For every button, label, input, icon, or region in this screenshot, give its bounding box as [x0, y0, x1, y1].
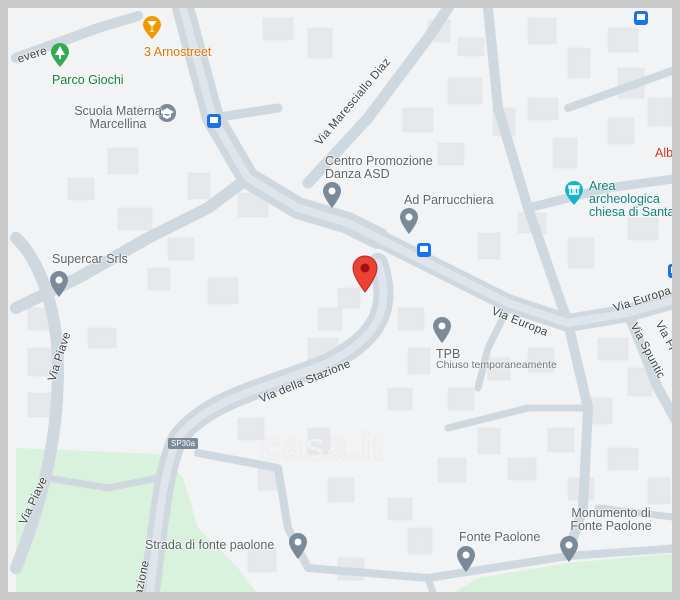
pin-icon[interactable]: [455, 545, 477, 573]
place-status-tpb: Chiuso temporaneamente: [436, 359, 557, 371]
bus-stop-icon[interactable]: [668, 264, 680, 278]
park-tree-icon[interactable]: [49, 42, 71, 68]
bus-stop-icon[interactable]: [417, 243, 431, 257]
pin-icon[interactable]: [398, 207, 420, 235]
bus-stop-icon[interactable]: [207, 114, 221, 128]
bar-icon[interactable]: [141, 16, 163, 40]
place-label-ad-parrucchiera[interactable]: Ad Parrucchiera: [404, 193, 494, 207]
watermark: casa.it: [260, 426, 386, 468]
place-label-scuola-materna[interactable]: Scuola Materna Marcellina: [58, 104, 178, 131]
pin-icon[interactable]: [558, 535, 580, 563]
place-label-parco-giochi[interactable]: Parco Giochi: [52, 73, 124, 87]
red-location-pin[interactable]: [351, 255, 379, 293]
place-label-fonte-paolone[interactable]: Fonte Paolone: [459, 530, 540, 544]
place-label-supercar[interactable]: Supercar Srls: [52, 252, 128, 266]
place-label-arnostreet[interactable]: 3 Arnostreet: [144, 45, 211, 59]
pin-icon[interactable]: [48, 270, 70, 298]
archaeology-icon[interactable]: [563, 180, 585, 206]
pin-icon[interactable]: [431, 316, 453, 344]
road-shield-sp30a: SP30a: [168, 438, 199, 449]
place-label-area-archeologica[interactable]: Area archeologica chiesa di Santa: [589, 180, 672, 219]
map-frame[interactable]: 3 Arnostreet Parco Giochi Scuola Materna…: [0, 0, 680, 600]
place-label-strada-fonte-paolone[interactable]: Strada di fonte paolone: [145, 538, 274, 552]
place-label-centro-danza[interactable]: Centro Promozione Danza ASD: [325, 154, 455, 181]
place-label-albe[interactable]: Albe: [655, 147, 672, 160]
pin-icon[interactable]: [321, 181, 343, 209]
bus-stop-icon[interactable]: [634, 11, 648, 25]
pin-icon[interactable]: [287, 532, 309, 560]
place-label-monumento-fonte-paolone[interactable]: Monumento di Fonte Paolone: [561, 506, 661, 533]
